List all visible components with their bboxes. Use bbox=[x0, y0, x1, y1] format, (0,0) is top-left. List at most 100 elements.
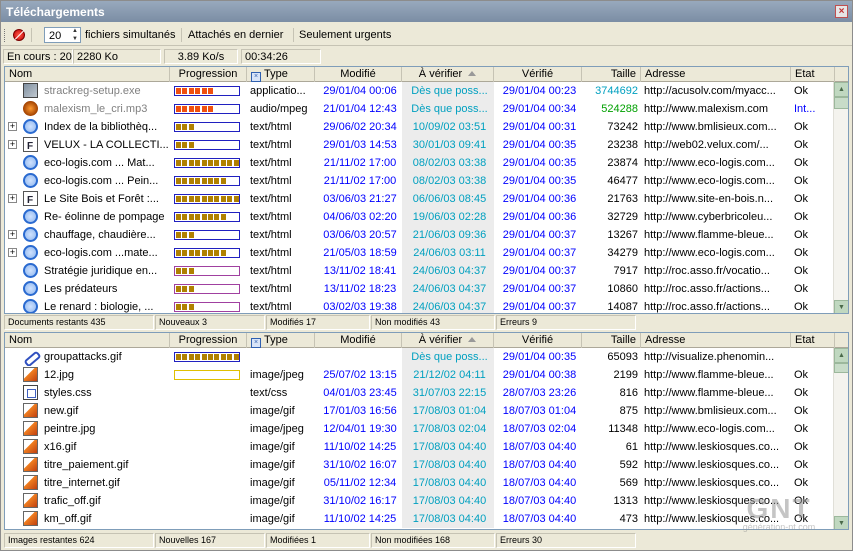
progress-segment bbox=[182, 214, 188, 220]
scroll-up-icon[interactable]: ▲ bbox=[834, 82, 848, 97]
progress-segment bbox=[176, 178, 181, 184]
downloads-window: Téléchargements × 20 ▲ ▼ fichiers simulta… bbox=[0, 0, 853, 551]
cell-modified: 04/01/03 23:45 bbox=[323, 387, 397, 399]
column-header-verified[interactable]: Vérifié bbox=[494, 333, 582, 348]
table-row[interactable]: Le renard : biologie, ... text/html 03/02/… bbox=[5, 298, 835, 313]
table-row[interactable]: trafic_off.gif image/gif 31/10/02 16:17 17/… bbox=[5, 492, 835, 510]
column-header-size[interactable]: Taille bbox=[582, 333, 641, 348]
table-row[interactable]: peintre.jpg image/jpeg 12/04/01 19:30 17/08… bbox=[5, 420, 835, 438]
cell-modified: 04/06/03 02:20 bbox=[323, 211, 397, 223]
column-header-modified[interactable]: Modifié bbox=[315, 333, 402, 348]
table-row[interactable]: styles.css text/css 04/01/03 23:45 31/07/03… bbox=[5, 384, 835, 402]
table-row[interactable]: titre_internet.gif image/gif 05/11/02 12:3… bbox=[5, 474, 835, 492]
cell-progress bbox=[170, 438, 247, 456]
cell-type: text/html bbox=[250, 283, 292, 295]
cell-to-verify: 24/06/03 04:37 bbox=[402, 298, 494, 313]
sort-ascending-icon bbox=[468, 337, 477, 342]
table-row[interactable]: new.gif image/gif 17/01/03 16:56 17/08/03 0… bbox=[5, 402, 835, 420]
table-row[interactable]: x16.gif image/gif 11/10/02 14:25 17/08/03 0… bbox=[5, 438, 835, 456]
column-header-to-verify[interactable]: À vérifier bbox=[402, 333, 494, 348]
expand-toggle-icon[interactable]: + bbox=[8, 140, 17, 149]
scroll-down-icon[interactable]: ▼ bbox=[834, 300, 848, 313]
cell-progress bbox=[170, 136, 247, 154]
table-row[interactable]: + chauffage, chaudière... text/html 03/06/0… bbox=[5, 226, 835, 244]
cell-size: 875 bbox=[619, 405, 638, 417]
expand-toggle-icon[interactable]: + bbox=[8, 194, 17, 203]
expand-toggle-icon[interactable]: + bbox=[8, 248, 17, 257]
cell-state: Ok bbox=[794, 441, 809, 453]
scroll-up-icon[interactable]: ▲ bbox=[834, 348, 848, 363]
expand-toggle-icon[interactable]: + bbox=[8, 230, 17, 239]
column-header-to-verify[interactable]: À vérifier bbox=[402, 67, 494, 82]
table-row[interactable]: + VELUX - LA COLLECTI... text/html 29/01/03… bbox=[5, 136, 835, 154]
simultaneous-files-label: fichiers simultanés bbox=[85, 29, 176, 41]
table-row[interactable]: Les prédateurs text/html 13/11/02 18:23 24/… bbox=[5, 280, 835, 298]
column-header-label: Type bbox=[264, 68, 288, 80]
progress-bar bbox=[174, 230, 240, 240]
cell-size: 1313 bbox=[613, 495, 638, 507]
column-header-modified[interactable]: Modifié bbox=[315, 67, 402, 82]
table-row[interactable]: + Index de la bibliothèq... text/html 29/06… bbox=[5, 118, 835, 136]
column-header-name[interactable]: Nom bbox=[5, 67, 170, 82]
progress-segment bbox=[182, 250, 188, 256]
progress-segment bbox=[176, 304, 181, 310]
column-header-state[interactable]: Etat bbox=[791, 333, 835, 348]
progress-segment bbox=[195, 106, 201, 112]
cell-modified: 03/06/03 21:27 bbox=[323, 193, 397, 205]
cell-address: http://www.cyberbricoleu... bbox=[644, 211, 773, 223]
stop-icon[interactable] bbox=[13, 29, 25, 41]
type-filter-icon[interactable]: × bbox=[251, 338, 261, 348]
toolbar-grip[interactable] bbox=[4, 29, 7, 42]
table-row[interactable]: titre_paiement.gif image/gif 31/10/02 16:0… bbox=[5, 456, 835, 474]
attach-last-button[interactable]: Attachés en dernier bbox=[188, 27, 283, 43]
progress-segment bbox=[208, 196, 213, 202]
table-row[interactable]: eco-logis.com ... Mat... text/html 21/11/0… bbox=[5, 154, 835, 172]
table-row[interactable]: malexism_le_cri.mp3 audio/mpeg 21/01/04 12… bbox=[5, 100, 835, 118]
close-icon[interactable]: × bbox=[835, 5, 848, 18]
cell-state: Ok bbox=[794, 477, 809, 489]
cell-progress bbox=[170, 226, 247, 244]
type-filter-icon[interactable]: × bbox=[251, 72, 261, 82]
progress-segment bbox=[188, 268, 194, 274]
table-row[interactable]: Re- éolinne de pompage text/html 04/06/03 … bbox=[5, 208, 835, 226]
table-row[interactable]: groupattacks.gif Dès que poss... 29/01/04 … bbox=[5, 348, 835, 366]
image-icon bbox=[23, 493, 38, 508]
column-header-size[interactable]: Taille bbox=[582, 67, 641, 82]
image-icon bbox=[23, 475, 38, 490]
column-header-type[interactable]: × Type bbox=[247, 333, 315, 348]
scroll-thumb[interactable] bbox=[834, 363, 848, 373]
cell-verified: 29/01/04 00:37 bbox=[502, 265, 577, 277]
documents-scrollbar[interactable]: ▲ ▼ bbox=[833, 82, 848, 313]
column-header-label: Nom bbox=[9, 68, 33, 80]
cell-to-verify: 30/01/03 09:41 bbox=[402, 136, 494, 154]
urgent-only-button[interactable]: Seulement urgents bbox=[299, 27, 391, 43]
table-row[interactable]: + eco-logis.com ...mate... text/html 21/05/… bbox=[5, 244, 835, 262]
column-header-name[interactable]: Nom bbox=[5, 333, 170, 348]
column-header-address[interactable]: Adresse bbox=[641, 333, 791, 348]
table-row[interactable]: 12.jpg image/jpeg 25/07/02 13:15 21/12/02 0… bbox=[5, 366, 835, 384]
table-row[interactable]: Stratégie juridique en... text/html 13/11/… bbox=[5, 262, 835, 280]
images-modified: Modifiées 1 bbox=[266, 533, 370, 548]
column-header-progress[interactable]: Progression bbox=[170, 67, 247, 82]
spinner-arrows-icon[interactable]: ▲ ▼ bbox=[70, 27, 80, 43]
table-row[interactable]: eco-logis.com ... Pein... text/html 21/11/… bbox=[5, 172, 835, 190]
column-header-progress[interactable]: Progression bbox=[170, 333, 247, 348]
cell-address: http://www.leskiosques.co... bbox=[644, 477, 780, 489]
scroll-thumb[interactable] bbox=[834, 97, 848, 109]
column-header-address[interactable]: Adresse bbox=[641, 67, 791, 82]
cell-modified: 13/11/02 18:41 bbox=[323, 265, 397, 277]
progress-segment bbox=[182, 178, 188, 184]
table-row[interactable]: strackreg-setup.exe applicatio... 29/01/04… bbox=[5, 82, 835, 100]
table-row[interactable]: + Le Site Bois et Forêt :... text/html 03/0… bbox=[5, 190, 835, 208]
images-scrollbar[interactable]: ▲ ▼ bbox=[833, 348, 848, 529]
progress-bar bbox=[174, 104, 240, 114]
expand-toggle-icon[interactable]: + bbox=[8, 122, 17, 131]
table-row[interactable]: km_off.gif image/gif 11/10/02 14:25 17/08/0… bbox=[5, 510, 835, 528]
column-header-state[interactable]: Etat bbox=[791, 67, 835, 82]
column-header-verified[interactable]: Vérifié bbox=[494, 67, 582, 82]
column-header-type[interactable]: × Type bbox=[247, 67, 315, 82]
progress-segment bbox=[220, 178, 226, 184]
progress-segment bbox=[214, 160, 220, 166]
scroll-down-icon[interactable]: ▼ bbox=[834, 516, 848, 529]
progress-segment bbox=[208, 354, 213, 360]
